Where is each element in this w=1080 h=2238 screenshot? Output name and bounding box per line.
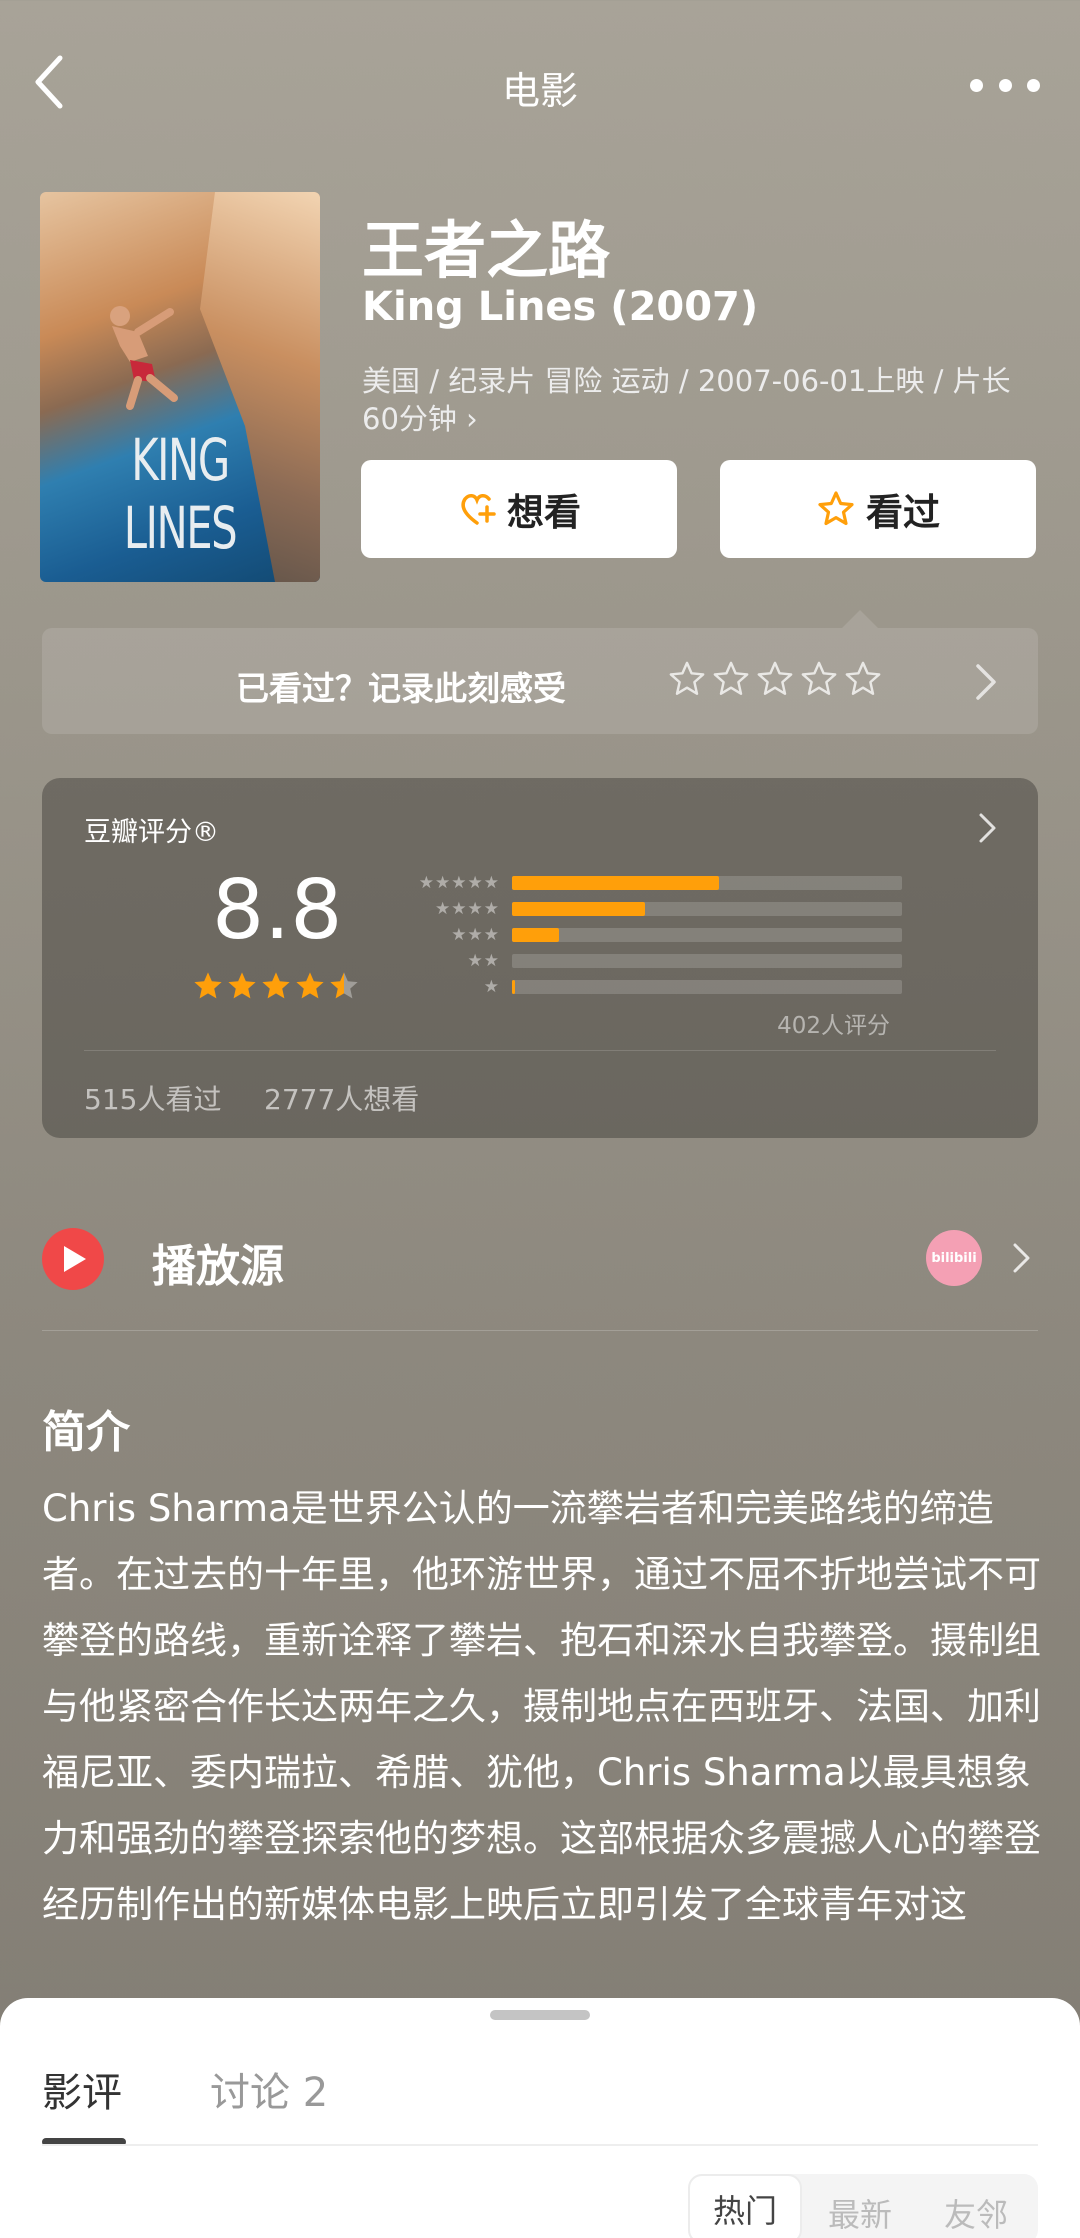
record-feeling-bar[interactable]: 已看过？记录此刻感受	[42, 610, 1038, 734]
reviews-bottom-sheet[interactable]: 影评 讨论 2 热门 最新 友邻	[0, 1998, 1080, 2238]
play-source-label: 播放源	[152, 1241, 284, 1292]
rate-stars[interactable]	[668, 660, 882, 698]
star-outline-icon	[818, 491, 854, 526]
movie-poster[interactable]: KING LINES	[40, 192, 320, 582]
rating-count: 402人评分	[777, 1013, 890, 1039]
more-options-button[interactable]	[970, 70, 1040, 100]
movie-meta-info[interactable]: 美国 / 纪录片 冒险 运动 / 2007-06-01上映 / 片长60分钟 ›	[362, 362, 1042, 438]
distribution-row: ★★★★	[390, 896, 902, 922]
heart-plus-icon	[461, 494, 496, 525]
play-source-row[interactable]: 播放源 bilibili	[42, 1210, 1038, 1306]
section-divider	[42, 1330, 1038, 1331]
poster-title-text: KING LINES	[123, 426, 238, 562]
sort-hot-button[interactable]: 热门	[688, 2174, 802, 2238]
distribution-star-label: ★	[483, 977, 500, 997]
sort-segmented-control: 热门 最新 友邻	[688, 2174, 1038, 2238]
bilibili-icon: bilibili	[926, 1230, 982, 1286]
play-icon	[42, 1228, 104, 1290]
distribution-track	[512, 980, 902, 994]
distribution-row: ★★★★★	[390, 870, 902, 896]
star-outline-icon[interactable]	[756, 660, 794, 698]
intro-heading: 简介	[42, 1407, 130, 1458]
movie-title: 王者之路	[362, 214, 611, 287]
star-outline-icon[interactable]	[844, 660, 882, 698]
rating-distribution: ★★★★★ ★★★★ ★★★ ★★ ★	[390, 870, 902, 1000]
distribution-row: ★★	[390, 948, 902, 974]
record-feeling-label: 已看过？记录此刻感受	[236, 669, 566, 708]
star-outline-icon[interactable]	[800, 660, 838, 698]
distribution-row: ★	[390, 974, 902, 1000]
rating-star-icon	[194, 972, 222, 999]
distribution-bar	[512, 876, 719, 890]
distribution-track	[512, 928, 902, 942]
sort-friends-button[interactable]: 友邻	[944, 2190, 1008, 2236]
douban-rating-card[interactable]: 豆瓣评分® 8.8 ★★★★★ ★★★★ ★★★ ★★ ★ 402人评分 515人看过 …	[42, 778, 1038, 1138]
chevron-right-icon	[979, 813, 996, 843]
distribution-star-label: ★★★★★	[418, 873, 500, 893]
drag-handle[interactable]	[490, 2010, 590, 2020]
rating-divider	[84, 1050, 996, 1051]
distribution-track	[512, 954, 902, 968]
rating-star-icon	[296, 972, 324, 999]
sort-latest-button[interactable]: 最新	[828, 2190, 892, 2236]
more-dot-icon	[1027, 78, 1040, 92]
distribution-star-label: ★★	[467, 951, 500, 971]
watched-label: 看过	[866, 491, 940, 534]
distribution-row: ★★★	[390, 922, 902, 948]
watched-button[interactable]: 看过	[720, 460, 1036, 558]
movie-original-title: King Lines (2007)	[362, 284, 759, 330]
want-to-watch-button[interactable]: 想看	[361, 460, 677, 558]
distribution-star-label: ★★★	[451, 925, 500, 945]
record-bar-pointer	[842, 610, 878, 628]
more-dot-icon	[998, 78, 1012, 92]
want-count: 2777人想看	[264, 1083, 420, 1116]
more-dot-icon	[970, 78, 983, 92]
distribution-star-label: ★★★★	[435, 899, 500, 919]
page-title: 电影	[501, 69, 578, 113]
distribution-track	[512, 876, 902, 890]
rating-star-icon	[228, 972, 256, 999]
rating-star-icon	[262, 972, 290, 999]
rating-source-label: 豆瓣评分®	[84, 817, 219, 848]
tab-discussion[interactable]: 讨论 2	[210, 2060, 328, 2118]
distribution-track	[512, 902, 902, 916]
poster-climber-art	[110, 306, 178, 410]
tab-divider	[42, 2144, 1038, 2146]
tab-reviews[interactable]: 影评	[42, 2060, 122, 2118]
distribution-bar	[512, 928, 559, 942]
distribution-bar	[512, 980, 515, 994]
chevron-right-icon	[1013, 1243, 1030, 1273]
top-bar: 电影	[0, 0, 1080, 170]
intro-text[interactable]: Chris Sharma是世界公认的一流攀岩者和完美路线的缔造者。在过去的十年里…	[42, 1476, 1042, 1938]
rating-star-icon	[330, 972, 358, 999]
rating-score: 8.8	[212, 863, 343, 958]
star-outline-icon[interactable]	[668, 660, 706, 698]
seen-count: 515人看过	[84, 1083, 222, 1116]
star-outline-icon[interactable]	[712, 660, 750, 698]
rating-stars	[192, 970, 360, 1002]
want-to-watch-label: 想看	[507, 491, 581, 534]
chevron-right-icon	[976, 664, 996, 700]
distribution-bar	[512, 902, 645, 916]
